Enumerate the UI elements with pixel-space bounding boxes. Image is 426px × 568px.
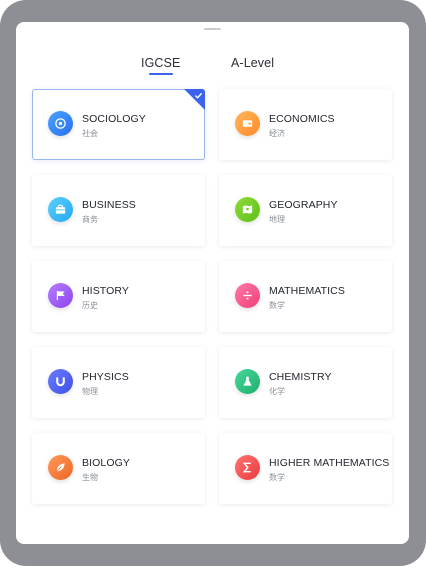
magnet-icon [48, 369, 73, 394]
subject-name: BIOLOGY [82, 457, 130, 469]
subject-name: MATHEMATICS [269, 285, 345, 297]
subject-name: HIGHER MATHEMATICS [269, 457, 390, 469]
tab-igcse[interactable]: IGCSE [141, 56, 180, 70]
flask-icon [235, 369, 260, 394]
tab-a-level[interactable]: A-Level [231, 56, 274, 70]
subject-name: GEOGRAPHY [269, 199, 338, 211]
subject-name: BUSINESS [82, 199, 136, 211]
subject-name: SOCIOLOGY [82, 113, 146, 125]
subject-card-higher-mathematics[interactable]: HIGHER MATHEMATICS 数学 [219, 433, 392, 504]
active-tab-indicator [149, 73, 173, 75]
subject-card-biology[interactable]: BIOLOGY 生物 [32, 433, 205, 504]
target-icon [48, 111, 73, 136]
subject-name-cn: 地理 [269, 215, 285, 224]
divide-icon [235, 283, 260, 308]
subject-card-geography[interactable]: GEOGRAPHY 地理 [219, 175, 392, 246]
subject-name-cn: 生物 [82, 473, 98, 482]
device-frame: IGCSE A-Level SOCIOLOGY 社会 ECONOMICS 经济 [0, 0, 426, 566]
briefcase-icon [48, 197, 73, 222]
subject-card-sociology[interactable]: SOCIOLOGY 社会 [32, 89, 205, 160]
subject-name: ECONOMICS [269, 113, 335, 125]
subject-name-cn: 化学 [269, 387, 285, 396]
flag-icon [48, 283, 73, 308]
subject-name-cn: 商务 [82, 215, 98, 224]
subject-name-cn: 社会 [82, 129, 98, 138]
wallet-icon [235, 111, 260, 136]
subject-name-cn: 数学 [269, 473, 285, 482]
drag-handle[interactable] [204, 28, 221, 30]
subject-name: HISTORY [82, 285, 129, 297]
subject-name: PHYSICS [82, 371, 129, 383]
subject-name-cn: 物理 [82, 387, 98, 396]
subject-name-cn: 历史 [82, 301, 98, 310]
leaf-icon [48, 455, 73, 480]
subject-name-cn: 数学 [269, 301, 285, 310]
checkmark-icon [194, 92, 203, 99]
subject-name-cn: 经济 [269, 129, 285, 138]
subject-card-physics[interactable]: PHYSICS 物理 [32, 347, 205, 418]
subject-card-economics[interactable]: ECONOMICS 经济 [219, 89, 392, 160]
subject-card-chemistry[interactable]: CHEMISTRY 化学 [219, 347, 392, 418]
subject-name: CHEMISTRY [269, 371, 332, 383]
subject-picker-sheet: IGCSE A-Level SOCIOLOGY 社会 ECONOMICS 经济 [16, 22, 409, 544]
subject-card-history[interactable]: HISTORY 历史 [32, 261, 205, 332]
map-icon [235, 197, 260, 222]
subject-card-mathematics[interactable]: MATHEMATICS 数学 [219, 261, 392, 332]
subject-card-business[interactable]: BUSINESS 商务 [32, 175, 205, 246]
sigma-icon [235, 455, 260, 480]
